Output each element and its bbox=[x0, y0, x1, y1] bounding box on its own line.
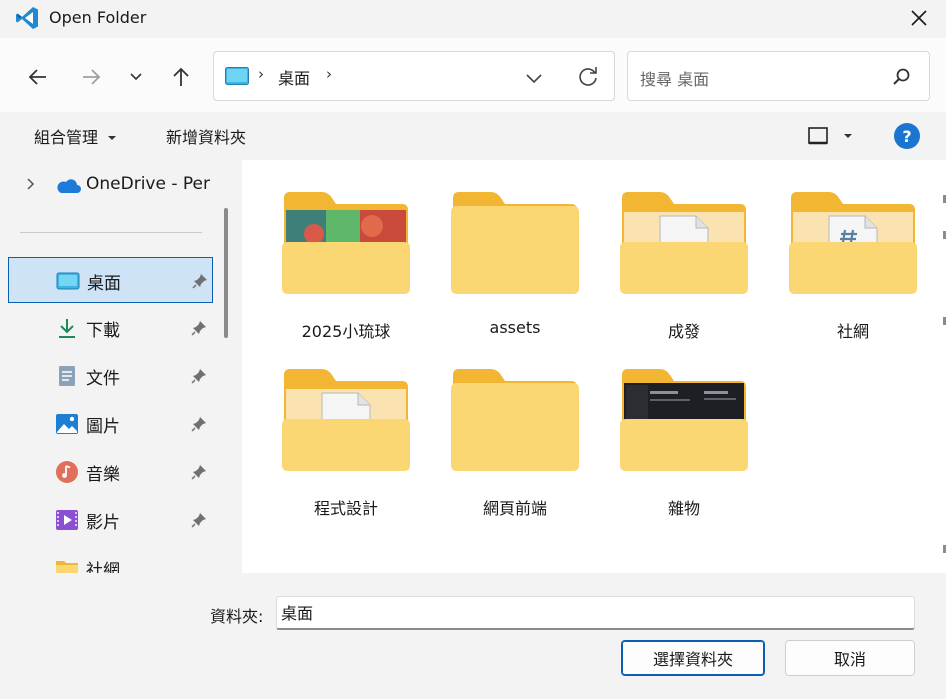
navigation-pane: OneDrive - Per 桌面 下載 文件 圖片 音樂 影片 社網 bbox=[0, 160, 233, 573]
chevron-down-icon[interactable] bbox=[522, 66, 546, 90]
onedrive-icon bbox=[57, 179, 81, 193]
desktop-icon bbox=[56, 272, 80, 290]
folder-icon bbox=[282, 369, 410, 471]
sidebar-item-downloads[interactable]: 下載 bbox=[8, 305, 213, 351]
breadcrumb-desktop[interactable]: 桌面 bbox=[278, 65, 310, 89]
sidebar-item-label: 文件 bbox=[86, 369, 120, 389]
close-icon bbox=[911, 10, 927, 26]
back-button[interactable] bbox=[23, 62, 53, 92]
pin-icon[interactable] bbox=[191, 416, 207, 432]
folder-icon bbox=[451, 369, 579, 471]
pin-icon[interactable] bbox=[191, 464, 207, 480]
up-button[interactable] bbox=[166, 62, 196, 92]
address-bar[interactable]: › 桌面 › bbox=[213, 51, 615, 101]
arrow-right-icon bbox=[83, 69, 101, 85]
forward-button[interactable] bbox=[76, 62, 106, 92]
sidebar-item-label: 社網 bbox=[86, 561, 120, 573]
folder-name: 雜物 bbox=[667, 499, 700, 518]
view-icon bbox=[808, 127, 828, 145]
pin-icon[interactable] bbox=[192, 273, 208, 289]
sidebar-item-pictures[interactable]: 圖片 bbox=[8, 401, 213, 447]
pictures-icon bbox=[56, 414, 78, 434]
folder-field-label: 資料夾: bbox=[210, 607, 264, 626]
search-input[interactable]: 搜尋 桌面 bbox=[640, 66, 709, 90]
folder-icon bbox=[451, 192, 579, 294]
folder-name-input[interactable]: 桌面 bbox=[276, 596, 915, 630]
sidebar-item-onedrive[interactable]: OneDrive - Per bbox=[86, 174, 210, 194]
title-bar: Open Folder bbox=[0, 0, 946, 38]
folder-item[interactable]: assets bbox=[430, 160, 580, 337]
chevron-right-icon[interactable] bbox=[24, 177, 38, 191]
folder-item[interactable]: 網頁前端 bbox=[430, 337, 580, 518]
breadcrumb-separator-icon[interactable]: › bbox=[326, 65, 332, 83]
pin-icon[interactable] bbox=[191, 368, 207, 384]
cancel-button[interactable]: 取消 bbox=[785, 640, 915, 676]
view-options-button[interactable] bbox=[805, 122, 857, 150]
divider bbox=[20, 232, 202, 233]
folder-name: assets bbox=[489, 318, 541, 337]
arrow-up-icon bbox=[173, 67, 189, 86]
close-button[interactable] bbox=[900, 0, 938, 36]
content-scrollbar[interactable] bbox=[941, 195, 946, 575]
breadcrumb-separator-icon: › bbox=[258, 65, 264, 83]
sidebar-item-label: 影片 bbox=[86, 513, 120, 533]
folder-icon bbox=[789, 192, 917, 294]
select-folder-button[interactable]: 選擇資料夾 bbox=[621, 640, 765, 676]
sidebar-item-social[interactable]: 社網 bbox=[8, 545, 213, 573]
folder-icon bbox=[282, 192, 410, 294]
dialog-footer bbox=[0, 573, 946, 699]
folder-item[interactable]: 雜物 bbox=[599, 337, 749, 518]
new-folder-button[interactable]: 新增資料夾 bbox=[166, 124, 246, 148]
download-icon bbox=[59, 319, 75, 338]
sidebar-item-music[interactable]: 音樂 bbox=[8, 449, 213, 495]
sidebar-item-label: 圖片 bbox=[86, 417, 120, 437]
folder-item[interactable]: 2025小琉球 bbox=[261, 160, 411, 341]
sidebar-item-videos[interactable]: 影片 bbox=[8, 497, 213, 543]
sidebar-item-label: 下載 bbox=[86, 321, 120, 341]
refresh-icon[interactable] bbox=[575, 64, 601, 90]
chevron-down-icon bbox=[130, 73, 142, 81]
sidebar-item-label: 桌面 bbox=[87, 274, 121, 294]
folder-item[interactable]: 程式設計 bbox=[261, 337, 411, 518]
music-icon bbox=[56, 461, 78, 483]
documents-icon bbox=[59, 366, 75, 386]
caret-down-icon bbox=[108, 136, 117, 140]
pin-icon[interactable] bbox=[191, 320, 207, 336]
folder-name: 網頁前端 bbox=[482, 499, 547, 518]
folder-icon bbox=[620, 369, 748, 471]
folder-icon bbox=[620, 192, 748, 294]
sidebar-item-documents[interactable]: 文件 bbox=[8, 353, 213, 399]
arrow-left-icon bbox=[28, 69, 46, 85]
vscode-icon bbox=[16, 7, 38, 29]
help-button[interactable]: ? bbox=[894, 123, 920, 149]
search-icon[interactable] bbox=[890, 66, 912, 88]
sidebar-scrollbar[interactable] bbox=[224, 208, 228, 338]
caret-down-icon bbox=[844, 134, 852, 138]
folder-item[interactable]: 社網 bbox=[768, 160, 918, 341]
folder-item[interactable]: 成發 bbox=[599, 160, 749, 341]
folder-icon bbox=[56, 561, 78, 573]
organize-menu[interactable]: 組合管理 bbox=[34, 124, 117, 148]
sidebar-item-label: 音樂 bbox=[86, 465, 120, 485]
search-box[interactable]: 搜尋 桌面 bbox=[627, 51, 930, 101]
recent-locations-button[interactable] bbox=[121, 62, 151, 92]
videos-icon bbox=[56, 510, 78, 530]
organize-label: 組合管理 bbox=[34, 128, 99, 147]
desktop-icon bbox=[225, 67, 249, 85]
window-title: Open Folder bbox=[49, 8, 147, 27]
new-folder-label: 新增資料夾 bbox=[166, 128, 247, 147]
sidebar-item-desktop[interactable]: 桌面 bbox=[8, 257, 213, 303]
folder-name: 程式設計 bbox=[313, 499, 378, 518]
pin-icon[interactable] bbox=[191, 512, 207, 528]
file-list: 2025小琉球 assets 成發 社網 程式設計 網頁前端 雜物 bbox=[242, 160, 946, 573]
folder-name: 社網 bbox=[836, 322, 869, 341]
